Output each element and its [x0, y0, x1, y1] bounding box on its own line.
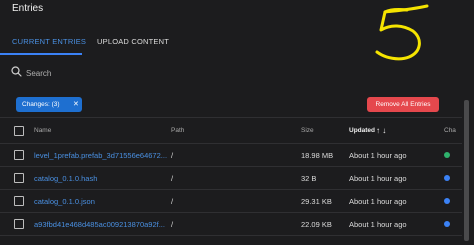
- vertical-scrollbar[interactable]: [464, 100, 469, 241]
- row-path: /: [171, 151, 174, 160]
- row-checkbox[interactable]: [14, 150, 24, 160]
- search-input[interactable]: [26, 66, 206, 80]
- row-size: 32 B: [301, 174, 317, 183]
- row-size: 18.98 MB: [301, 151, 334, 160]
- status-dot: [444, 198, 450, 204]
- row-updated: About 1 hour ago: [349, 151, 407, 160]
- status-dot: [444, 221, 450, 227]
- tab-current-entries[interactable]: CURRENT ENTRIES: [12, 37, 86, 46]
- search-icon: [11, 66, 22, 77]
- divider: [0, 189, 462, 190]
- row-checkbox[interactable]: [14, 219, 24, 229]
- tab-upload-content[interactable]: UPLOAD CONTENT: [97, 37, 169, 46]
- row-file-name[interactable]: a93fbd41e468d485ac009213870a92f...: [34, 220, 165, 229]
- sort-arrows-icon[interactable]: ↑ ↓: [376, 126, 386, 135]
- column-header-changes[interactable]: Cha: [444, 127, 456, 134]
- row-path: /: [171, 197, 174, 206]
- tab-bar: CURRENT ENTRIES UPLOAD CONTENT: [0, 30, 474, 55]
- row-size: 29.31 KB: [301, 197, 332, 206]
- status-dot: [444, 152, 450, 158]
- row-size: 22.09 KB: [301, 220, 332, 229]
- filter-chip-label: Changes: (3): [22, 101, 60, 108]
- active-tab-indicator: [0, 53, 82, 55]
- column-header-size[interactable]: Size: [301, 127, 314, 134]
- row-path: /: [171, 174, 174, 183]
- column-header-path[interactable]: Path: [171, 127, 184, 134]
- search-bar: [11, 66, 211, 80]
- filter-chip-changes[interactable]: Changes: (3) ✕: [16, 97, 82, 112]
- column-header-updated[interactable]: Updated: [349, 127, 375, 134]
- row-file-name[interactable]: catalog_0.1.0.json: [34, 197, 95, 206]
- divider: [0, 143, 462, 144]
- row-updated: About 1 hour ago: [349, 174, 407, 183]
- row-checkbox[interactable]: [14, 173, 24, 183]
- page-title: Entries: [12, 3, 44, 14]
- row-updated: About 1 hour ago: [349, 197, 407, 206]
- select-all-checkbox[interactable]: [14, 126, 24, 136]
- divider: [0, 212, 462, 213]
- divider: [0, 117, 462, 118]
- remove-all-entries-button[interactable]: Remove All Entries: [367, 97, 439, 112]
- row-file-name[interactable]: level_1prefab.prefab_3d71556e64672...: [34, 151, 167, 160]
- row-path: /: [171, 220, 174, 229]
- status-dot: [444, 175, 450, 181]
- column-header-name[interactable]: Name: [34, 127, 51, 134]
- close-icon[interactable]: ✕: [73, 100, 79, 108]
- row-checkbox[interactable]: [14, 196, 24, 206]
- row-file-name[interactable]: catalog_0.1.0.hash: [34, 174, 97, 183]
- divider: [0, 235, 462, 236]
- divider: [0, 166, 462, 167]
- row-updated: About 1 hour ago: [349, 220, 407, 229]
